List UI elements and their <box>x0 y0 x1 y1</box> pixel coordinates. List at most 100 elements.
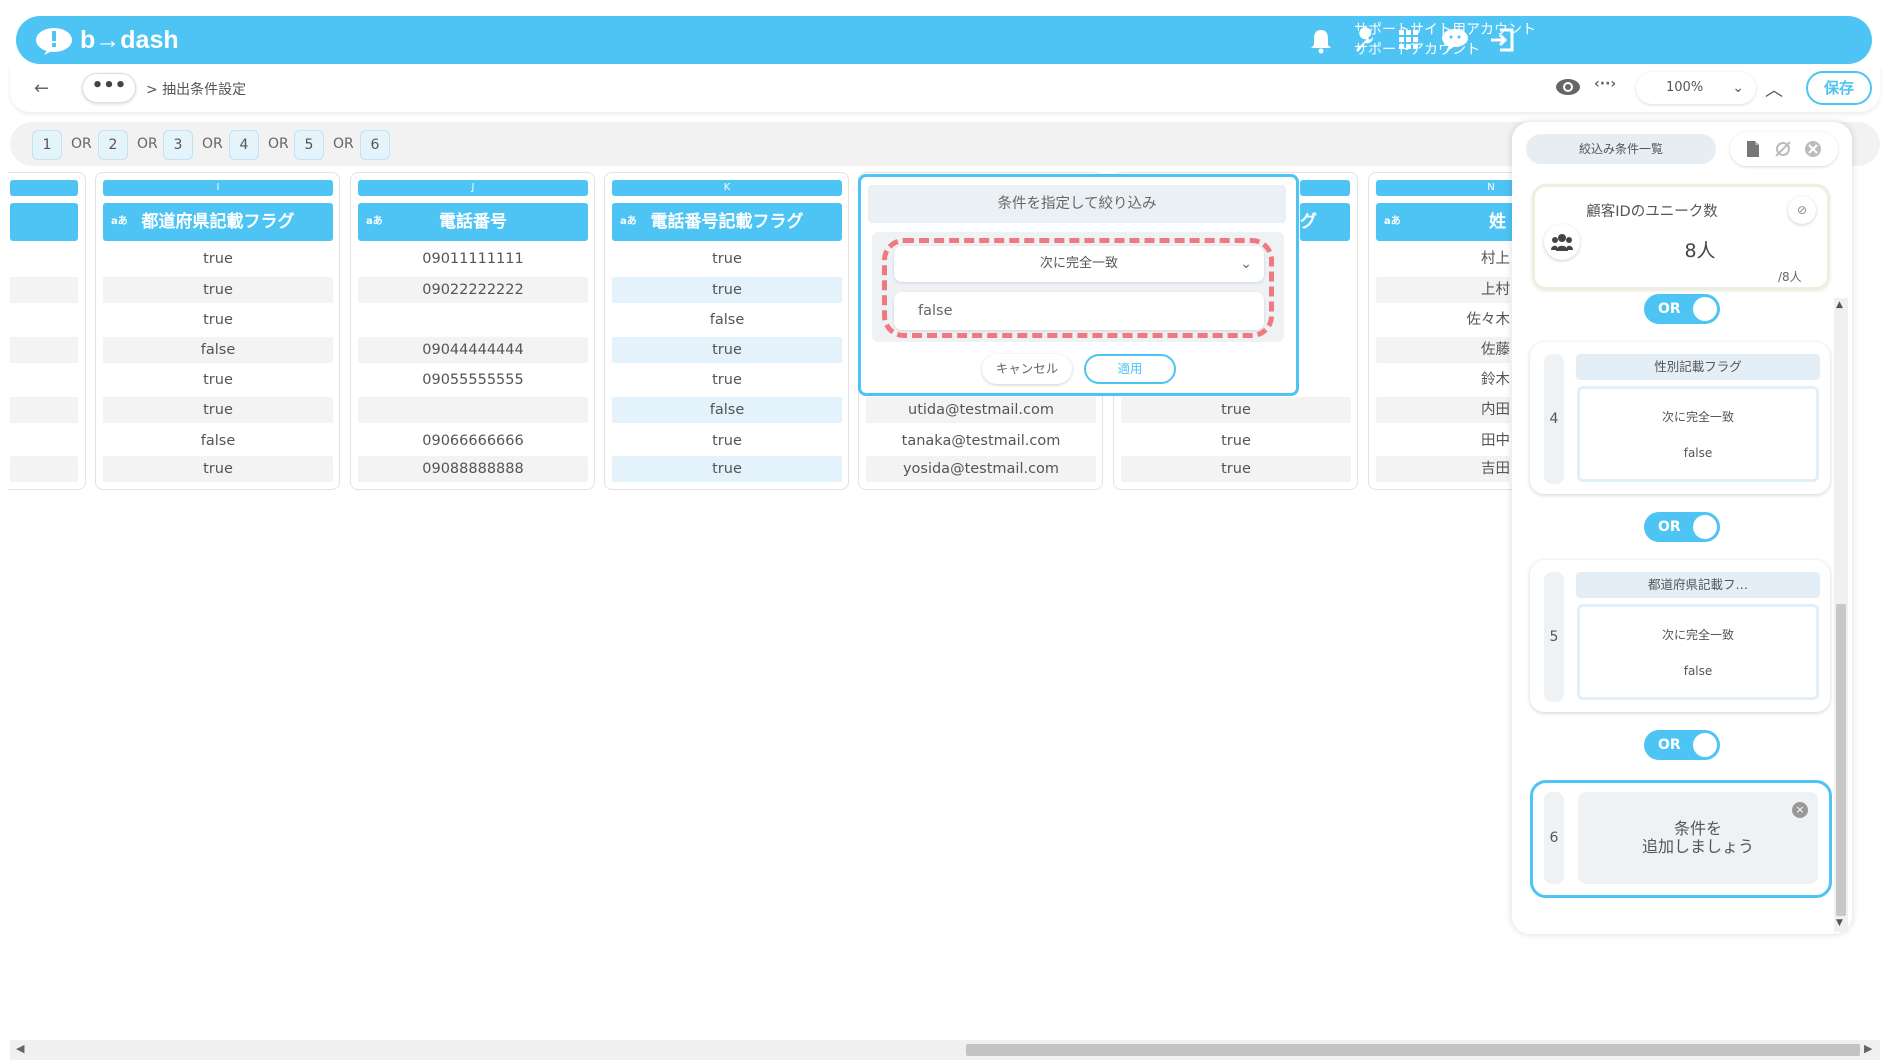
condition-column-name: 都道府県記載フ… <box>1576 572 1820 598</box>
column-letter: K <box>612 180 842 196</box>
table-cell: 村上 <box>1481 251 1510 267</box>
table-cell: true <box>203 312 233 328</box>
unique-count-value: 8人 <box>1684 240 1716 262</box>
breadcrumb: > 抽出条件設定 <box>146 82 247 98</box>
users-icon <box>1544 224 1580 260</box>
breadcrumb-more-button[interactable]: ••• <box>82 73 136 103</box>
table-cell: true <box>1121 456 1351 482</box>
eye-icon[interactable] <box>1554 76 1582 98</box>
toggle-knob <box>1693 515 1717 539</box>
condition-index: 5 <box>1544 572 1564 702</box>
table-cell: false <box>709 312 745 328</box>
logout-icon[interactable] <box>1488 26 1518 54</box>
document-icon[interactable] <box>1744 140 1762 158</box>
column-letter <box>1300 180 1350 196</box>
or-group-5[interactable]: 5 <box>294 130 324 160</box>
table-cell: 09055555555 <box>422 372 524 388</box>
table-cell <box>10 397 78 423</box>
back-arrow-icon[interactable]: ← <box>34 78 49 99</box>
table-cell <box>10 456 78 482</box>
hide-toggle-icon[interactable]: ⊘ <box>1788 196 1816 224</box>
scroll-right-arrow-icon[interactable]: ▶ <box>1864 1042 1872 1055</box>
logo[interactable]: b→dash <box>34 22 179 58</box>
add-condition-placeholder[interactable]: 条件を 追加しましょう <box>1578 792 1818 884</box>
bell-icon[interactable] <box>1306 26 1336 54</box>
table-cell: true <box>612 456 842 482</box>
table-cell: false <box>103 337 333 363</box>
or-group-2[interactable]: 2 <box>98 130 128 160</box>
panel-scrollbar-thumb[interactable] <box>1836 604 1846 916</box>
condition-index: 4 <box>1544 354 1564 484</box>
cancel-button[interactable]: キャンセル <box>982 354 1072 384</box>
logo-text: b→dash <box>80 25 179 54</box>
or-separator: OR <box>71 136 92 152</box>
or-toggle[interactable]: OR <box>1644 294 1720 324</box>
chevron-down-icon: ⌄ <box>1732 80 1744 96</box>
condition-operator: 次に完全一致 <box>1661 410 1734 424</box>
or-toggle[interactable]: OR <box>1644 730 1720 760</box>
or-group-3[interactable]: 3 <box>163 130 193 160</box>
clear-all-icon[interactable] <box>1804 140 1822 158</box>
table-cell: yosida@testmail.com <box>866 456 1096 482</box>
or-group-1[interactable]: 1 <box>32 130 62 160</box>
collapse-up-icon[interactable]: ︿ <box>1765 76 1783 102</box>
hide-icon[interactable] <box>1774 140 1792 158</box>
column-name: 電話番号 <box>439 212 507 232</box>
chat-support-icon[interactable] <box>1440 26 1470 54</box>
or-group-4[interactable]: 4 <box>229 130 259 160</box>
column-letter: J <box>358 180 588 196</box>
table-cell: 鈴木 <box>1481 372 1510 388</box>
or-separator: OR <box>333 136 354 152</box>
or-toggle[interactable]: OR <box>1644 512 1720 542</box>
table-cell: 09088888888 <box>358 456 588 482</box>
toggle-knob <box>1693 297 1717 321</box>
table-cell: 09011111111 <box>422 251 524 267</box>
app-window: b→dash サポートサイト用アカウント サポートアカウント ← ••• > 抽… <box>0 0 1890 1063</box>
save-button[interactable]: 保存 <box>1806 71 1872 105</box>
or-separator: OR <box>268 136 289 152</box>
table-cell: 09022222222 <box>358 277 588 303</box>
or-toggle-label: OR <box>1658 301 1681 317</box>
condition-body[interactable] <box>1577 386 1819 482</box>
or-separator: OR <box>202 136 223 152</box>
table-cell <box>10 277 78 303</box>
table-cell: true <box>1221 433 1251 449</box>
column-header[interactable]: aあ 電話番号記載フラグ <box>612 203 842 241</box>
table-cell: 09044444444 <box>358 337 588 363</box>
zoom-select[interactable]: 100% ⌄ <box>1636 72 1756 104</box>
condition-value: false <box>1683 446 1713 460</box>
column-header[interactable]: aあ 都道府県記載フラグ <box>103 203 333 241</box>
scroll-down-arrow-icon[interactable]: ▼ <box>1836 918 1843 928</box>
scroll-up-arrow-icon[interactable]: ▲ <box>1836 300 1843 310</box>
column-header[interactable] <box>10 203 78 241</box>
or-toggle-label: OR <box>1658 519 1681 535</box>
zoom-value: 100% <box>1666 80 1704 95</box>
wrench-icon[interactable] <box>1350 26 1380 54</box>
table-cell: 田中 <box>1481 433 1510 449</box>
condition-body[interactable] <box>1577 604 1819 700</box>
table-cell: true <box>103 277 333 303</box>
column-name: 姓 <box>1489 212 1506 232</box>
logo-cloud-icon <box>36 28 72 55</box>
table-cell: true <box>712 251 742 267</box>
or-separator: OR <box>137 136 158 152</box>
close-icon[interactable]: × <box>1792 802 1808 818</box>
toggle-knob <box>1693 733 1717 757</box>
scroll-left-arrow-icon[interactable]: ◀ <box>16 1042 24 1055</box>
top-header: b→dash サポートサイト用アカウント サポートアカウント <box>16 16 1872 64</box>
table-cell: 吉田 <box>1376 456 1510 482</box>
or-group-6[interactable]: 6 <box>360 130 390 160</box>
column-name: グ <box>1300 212 1317 232</box>
highlight-dashed-outline <box>882 238 1274 338</box>
code-view-icon[interactable]: ‹··› <box>1594 76 1616 92</box>
apply-button[interactable]: 適用 <box>1084 354 1176 384</box>
column-header[interactable]: グ <box>1300 203 1350 241</box>
grid-icon[interactable] <box>1394 26 1424 54</box>
table-cell: true <box>103 397 333 423</box>
condition-column-name: 性別記載フラグ <box>1576 354 1820 380</box>
or-toggle-label: OR <box>1658 737 1681 753</box>
horizontal-scrollbar-thumb[interactable] <box>966 1044 1860 1056</box>
condition-index: 6 <box>1544 792 1564 884</box>
column-header[interactable]: aあ 電話番号 <box>358 203 588 241</box>
tab-condition-list[interactable]: 絞込み条件一覧 <box>1526 134 1716 164</box>
